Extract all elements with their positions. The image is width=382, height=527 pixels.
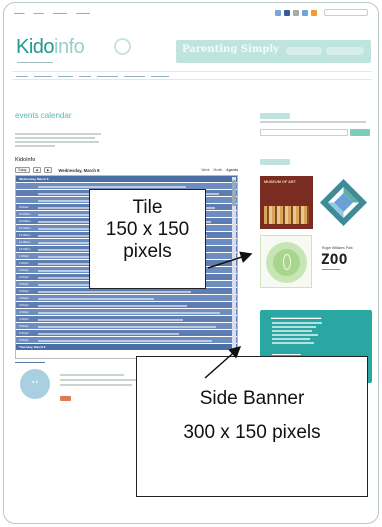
tile-arrow bbox=[207, 251, 253, 269]
banner-arrow bbox=[204, 346, 242, 379]
callout-arrows bbox=[204, 251, 253, 379]
